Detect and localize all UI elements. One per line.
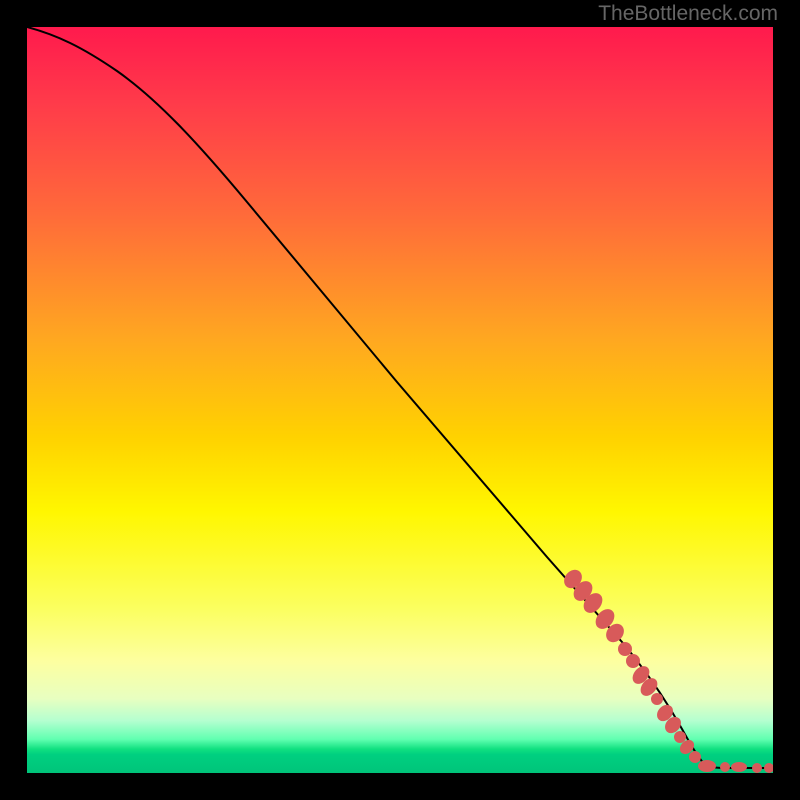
curve-line	[27, 27, 773, 768]
chart-plot-area	[27, 27, 773, 773]
curve-path	[27, 27, 773, 768]
highlight-dots	[560, 566, 773, 773]
chart-svg	[27, 27, 773, 773]
watermark-text: TheBottleneck.com	[598, 2, 778, 26]
